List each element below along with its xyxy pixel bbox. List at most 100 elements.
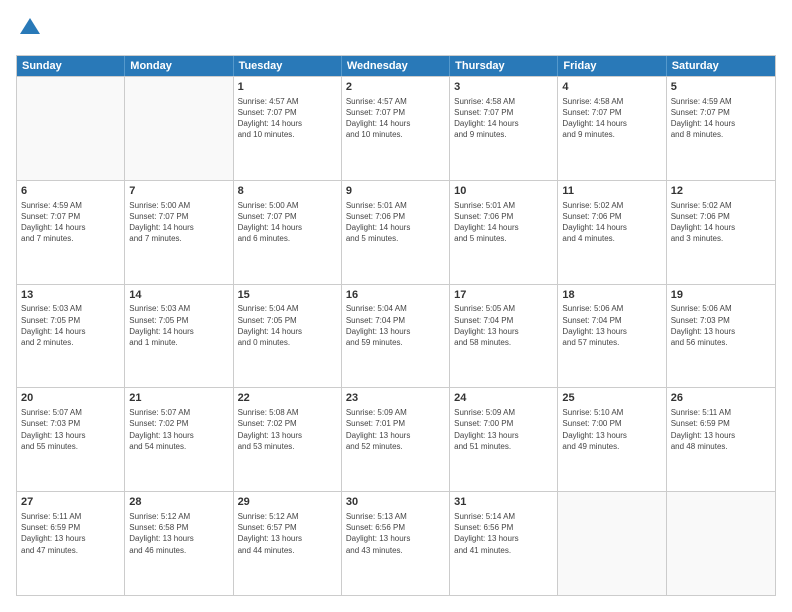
day-number: 13 — [21, 288, 120, 303]
day-number: 21 — [129, 391, 228, 406]
day-number: 20 — [21, 391, 120, 406]
cal-cell-3-2: 14Sunrise: 5:03 AM Sunset: 7:05 PM Dayli… — [125, 285, 233, 388]
cell-detail: Sunrise: 5:09 AM Sunset: 7:01 PM Dayligh… — [346, 407, 445, 452]
cell-detail: Sunrise: 5:08 AM Sunset: 7:02 PM Dayligh… — [238, 407, 337, 452]
day-number: 8 — [238, 184, 337, 199]
cal-cell-1-6: 4Sunrise: 4:58 AM Sunset: 7:07 PM Daylig… — [558, 77, 666, 180]
day-number: 19 — [671, 288, 771, 303]
cal-cell-2-5: 10Sunrise: 5:01 AM Sunset: 7:06 PM Dayli… — [450, 181, 558, 284]
cell-detail: Sunrise: 5:13 AM Sunset: 6:56 PM Dayligh… — [346, 511, 445, 556]
cell-detail: Sunrise: 5:14 AM Sunset: 6:56 PM Dayligh… — [454, 511, 553, 556]
cell-detail: Sunrise: 5:02 AM Sunset: 7:06 PM Dayligh… — [671, 200, 771, 245]
cell-detail: Sunrise: 4:57 AM Sunset: 7:07 PM Dayligh… — [346, 96, 445, 141]
cell-detail: Sunrise: 5:04 AM Sunset: 7:04 PM Dayligh… — [346, 303, 445, 348]
cal-cell-4-5: 24Sunrise: 5:09 AM Sunset: 7:00 PM Dayli… — [450, 388, 558, 491]
cal-header-monday: Monday — [125, 56, 233, 76]
cal-cell-4-6: 25Sunrise: 5:10 AM Sunset: 7:00 PM Dayli… — [558, 388, 666, 491]
cell-detail: Sunrise: 5:00 AM Sunset: 7:07 PM Dayligh… — [238, 200, 337, 245]
calendar: SundayMondayTuesdayWednesdayThursdayFrid… — [16, 55, 776, 596]
cell-detail: Sunrise: 5:01 AM Sunset: 7:06 PM Dayligh… — [454, 200, 553, 245]
cal-cell-2-1: 6Sunrise: 4:59 AM Sunset: 7:07 PM Daylig… — [17, 181, 125, 284]
cell-detail: Sunrise: 5:11 AM Sunset: 6:59 PM Dayligh… — [21, 511, 120, 556]
cal-cell-1-5: 3Sunrise: 4:58 AM Sunset: 7:07 PM Daylig… — [450, 77, 558, 180]
cal-cell-2-3: 8Sunrise: 5:00 AM Sunset: 7:07 PM Daylig… — [234, 181, 342, 284]
cal-cell-1-2 — [125, 77, 233, 180]
day-number: 5 — [671, 80, 771, 95]
day-number: 29 — [238, 495, 337, 510]
calendar-body: 1Sunrise: 4:57 AM Sunset: 7:07 PM Daylig… — [17, 76, 775, 595]
cal-cell-3-7: 19Sunrise: 5:06 AM Sunset: 7:03 PM Dayli… — [667, 285, 775, 388]
logo-icon — [18, 16, 42, 40]
day-number: 18 — [562, 288, 661, 303]
cal-header-friday: Friday — [558, 56, 666, 76]
cell-detail: Sunrise: 5:07 AM Sunset: 7:02 PM Dayligh… — [129, 407, 228, 452]
cell-detail: Sunrise: 5:06 AM Sunset: 7:03 PM Dayligh… — [671, 303, 771, 348]
cal-cell-5-2: 28Sunrise: 5:12 AM Sunset: 6:58 PM Dayli… — [125, 492, 233, 595]
cal-cell-5-6 — [558, 492, 666, 595]
day-number: 28 — [129, 495, 228, 510]
logo — [16, 16, 42, 45]
day-number: 17 — [454, 288, 553, 303]
cell-detail: Sunrise: 5:06 AM Sunset: 7:04 PM Dayligh… — [562, 303, 661, 348]
cell-detail: Sunrise: 5:11 AM Sunset: 6:59 PM Dayligh… — [671, 407, 771, 452]
cell-detail: Sunrise: 4:58 AM Sunset: 7:07 PM Dayligh… — [562, 96, 661, 141]
cal-cell-3-3: 15Sunrise: 5:04 AM Sunset: 7:05 PM Dayli… — [234, 285, 342, 388]
day-number: 3 — [454, 80, 553, 95]
cal-cell-1-4: 2Sunrise: 4:57 AM Sunset: 7:07 PM Daylig… — [342, 77, 450, 180]
cal-header-tuesday: Tuesday — [234, 56, 342, 76]
cal-cell-4-3: 22Sunrise: 5:08 AM Sunset: 7:02 PM Dayli… — [234, 388, 342, 491]
day-number: 6 — [21, 184, 120, 199]
day-number: 24 — [454, 391, 553, 406]
cal-cell-1-1 — [17, 77, 125, 180]
day-number: 23 — [346, 391, 445, 406]
cal-cell-5-4: 30Sunrise: 5:13 AM Sunset: 6:56 PM Dayli… — [342, 492, 450, 595]
cal-cell-2-6: 11Sunrise: 5:02 AM Sunset: 7:06 PM Dayli… — [558, 181, 666, 284]
cell-detail: Sunrise: 4:58 AM Sunset: 7:07 PM Dayligh… — [454, 96, 553, 141]
cal-cell-5-3: 29Sunrise: 5:12 AM Sunset: 6:57 PM Dayli… — [234, 492, 342, 595]
cell-detail: Sunrise: 5:04 AM Sunset: 7:05 PM Dayligh… — [238, 303, 337, 348]
day-number: 15 — [238, 288, 337, 303]
cell-detail: Sunrise: 5:09 AM Sunset: 7:00 PM Dayligh… — [454, 407, 553, 452]
cal-cell-3-5: 17Sunrise: 5:05 AM Sunset: 7:04 PM Dayli… — [450, 285, 558, 388]
cell-detail: Sunrise: 5:00 AM Sunset: 7:07 PM Dayligh… — [129, 200, 228, 245]
cal-header-sunday: Sunday — [17, 56, 125, 76]
cell-detail: Sunrise: 5:12 AM Sunset: 6:58 PM Dayligh… — [129, 511, 228, 556]
cal-cell-3-4: 16Sunrise: 5:04 AM Sunset: 7:04 PM Dayli… — [342, 285, 450, 388]
cell-detail: Sunrise: 5:10 AM Sunset: 7:00 PM Dayligh… — [562, 407, 661, 452]
day-number: 4 — [562, 80, 661, 95]
cal-cell-5-7 — [667, 492, 775, 595]
cal-cell-2-4: 9Sunrise: 5:01 AM Sunset: 7:06 PM Daylig… — [342, 181, 450, 284]
cell-detail: Sunrise: 4:59 AM Sunset: 7:07 PM Dayligh… — [671, 96, 771, 141]
cal-cell-4-7: 26Sunrise: 5:11 AM Sunset: 6:59 PM Dayli… — [667, 388, 775, 491]
cell-detail: Sunrise: 5:03 AM Sunset: 7:05 PM Dayligh… — [129, 303, 228, 348]
day-number: 16 — [346, 288, 445, 303]
cal-header-wednesday: Wednesday — [342, 56, 450, 76]
day-number: 31 — [454, 495, 553, 510]
cell-detail: Sunrise: 5:03 AM Sunset: 7:05 PM Dayligh… — [21, 303, 120, 348]
cal-row-1: 1Sunrise: 4:57 AM Sunset: 7:07 PM Daylig… — [17, 76, 775, 180]
cal-cell-2-7: 12Sunrise: 5:02 AM Sunset: 7:06 PM Dayli… — [667, 181, 775, 284]
cell-detail: Sunrise: 5:07 AM Sunset: 7:03 PM Dayligh… — [21, 407, 120, 452]
cal-cell-2-2: 7Sunrise: 5:00 AM Sunset: 7:07 PM Daylig… — [125, 181, 233, 284]
page: SundayMondayTuesdayWednesdayThursdayFrid… — [0, 0, 792, 612]
day-number: 10 — [454, 184, 553, 199]
day-number: 30 — [346, 495, 445, 510]
day-number: 9 — [346, 184, 445, 199]
cal-header-saturday: Saturday — [667, 56, 775, 76]
cal-cell-3-6: 18Sunrise: 5:06 AM Sunset: 7:04 PM Dayli… — [558, 285, 666, 388]
cal-cell-3-1: 13Sunrise: 5:03 AM Sunset: 7:05 PM Dayli… — [17, 285, 125, 388]
day-number: 1 — [238, 80, 337, 95]
cell-detail: Sunrise: 4:57 AM Sunset: 7:07 PM Dayligh… — [238, 96, 337, 141]
cal-cell-1-3: 1Sunrise: 4:57 AM Sunset: 7:07 PM Daylig… — [234, 77, 342, 180]
cal-row-4: 20Sunrise: 5:07 AM Sunset: 7:03 PM Dayli… — [17, 387, 775, 491]
day-number: 2 — [346, 80, 445, 95]
cal-row-5: 27Sunrise: 5:11 AM Sunset: 6:59 PM Dayli… — [17, 491, 775, 595]
cal-row-2: 6Sunrise: 4:59 AM Sunset: 7:07 PM Daylig… — [17, 180, 775, 284]
cal-cell-4-4: 23Sunrise: 5:09 AM Sunset: 7:01 PM Dayli… — [342, 388, 450, 491]
cal-header-thursday: Thursday — [450, 56, 558, 76]
cal-cell-1-7: 5Sunrise: 4:59 AM Sunset: 7:07 PM Daylig… — [667, 77, 775, 180]
cal-cell-5-1: 27Sunrise: 5:11 AM Sunset: 6:59 PM Dayli… — [17, 492, 125, 595]
header — [16, 16, 776, 45]
cal-cell-4-2: 21Sunrise: 5:07 AM Sunset: 7:02 PM Dayli… — [125, 388, 233, 491]
cal-cell-5-5: 31Sunrise: 5:14 AM Sunset: 6:56 PM Dayli… — [450, 492, 558, 595]
